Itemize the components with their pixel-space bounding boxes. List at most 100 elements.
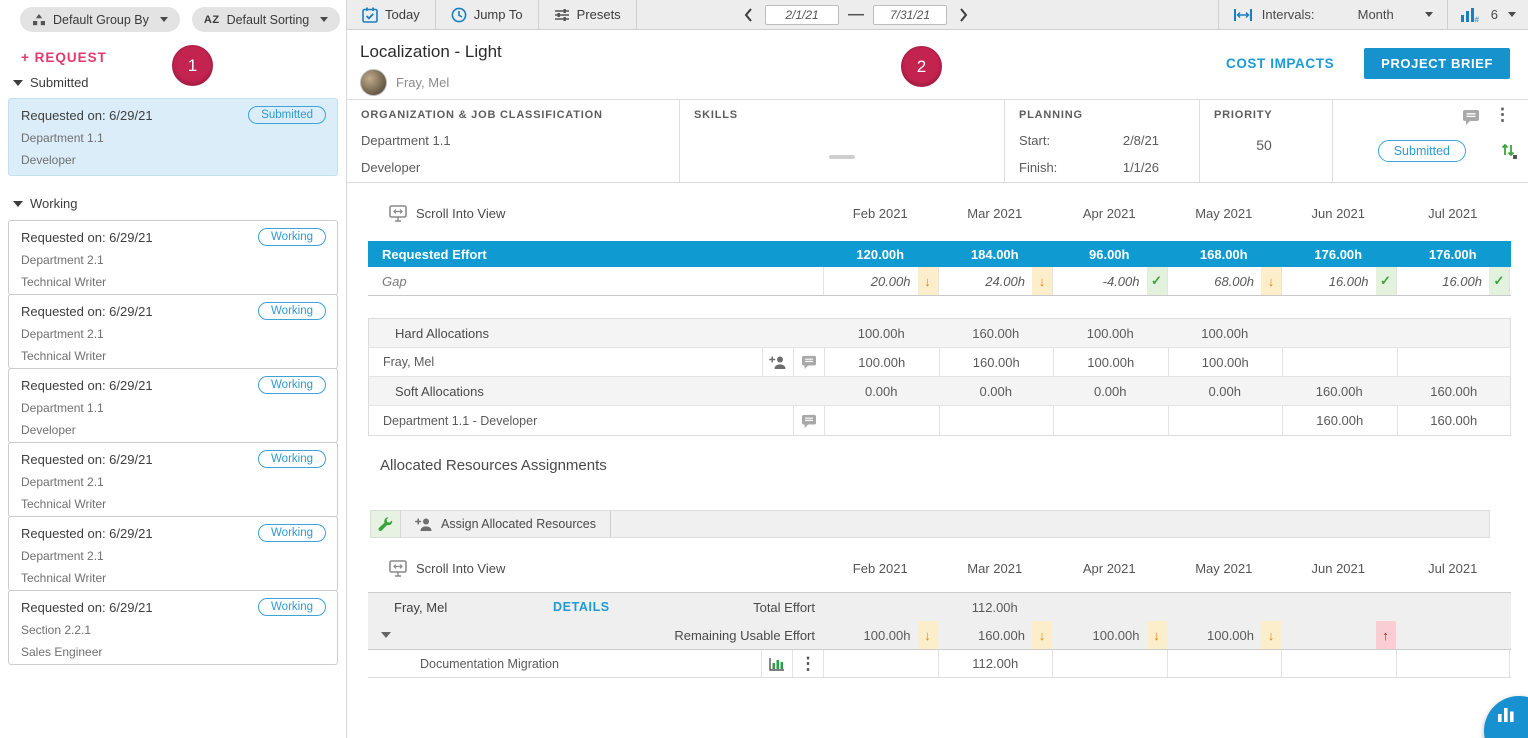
next-period-button[interactable] <box>956 7 972 23</box>
gap-indicator-icon: ↓ <box>1261 267 1281 295</box>
priority-header: PRIORITY <box>1214 109 1332 121</box>
start-date-input[interactable] <box>765 5 839 25</box>
today-button[interactable]: Today <box>347 0 436 29</box>
annotation-badge-1: 1 <box>172 45 213 86</box>
interval-count-dropdown[interactable]: # 6 <box>1447 0 1528 29</box>
task-cell <box>1281 650 1396 677</box>
card-org: Department 2.1 <box>21 327 325 341</box>
request-card[interactable]: Requested on: 6/29/21 Working Section 2.… <box>8 590 338 665</box>
alloc-cell <box>1397 348 1512 376</box>
scroll-into-view-button[interactable]: Scroll Into View <box>368 205 505 222</box>
project-brief-button[interactable]: PROJECT BRIEF <box>1364 48 1510 79</box>
group-by-dropdown[interactable]: Default Group By <box>20 7 180 32</box>
new-request-button[interactable]: + REQUEST <box>21 50 107 65</box>
assignments-toolbar: Assign Allocated Resources <box>370 510 1490 538</box>
chart-button[interactable] <box>761 650 792 677</box>
swap-resources-button[interactable] <box>1500 142 1517 159</box>
request-card[interactable]: Requested on: 6/29/21 Submitted Departme… <box>8 98 338 176</box>
intervals-icon <box>1233 8 1253 22</box>
scroll-into-view-button[interactable]: Scroll Into View <box>368 560 505 577</box>
empty-value-dash-icon <box>829 155 855 159</box>
task-more-menu-button[interactable]: ⋮ <box>792 650 823 677</box>
comment-button[interactable] <box>793 348 824 376</box>
effort-cell: 96.00h <box>1052 241 1167 267</box>
month-header: Apr 2021 <box>1052 551 1167 585</box>
remaining-indicator-icon: ↓ <box>918 621 938 649</box>
effort-cell: 120.00h <box>823 241 938 267</box>
end-date-input[interactable] <box>873 5 947 25</box>
bar-chart-icon <box>769 657 785 671</box>
effort-cell: 184.00h <box>938 241 1053 267</box>
section-submitted[interactable]: Submitted <box>13 75 89 90</box>
alloc-cell: 100.00h <box>1053 319 1168 347</box>
card-org: Department 1.1 <box>21 131 325 145</box>
alloc-cell <box>1168 406 1283 435</box>
prev-period-button[interactable] <box>740 7 756 23</box>
bar-chart-icon <box>1497 707 1516 723</box>
request-card[interactable]: Requested on: 6/29/21 Working Department… <box>8 442 338 517</box>
assign-button-label: Assign Allocated Resources <box>441 517 596 531</box>
task-cell: 112.00h <box>938 650 1053 677</box>
month-header: Feb 2021 <box>823 551 938 585</box>
comment-button[interactable] <box>1462 109 1480 125</box>
date-range-nav: — <box>740 0 972 30</box>
request-card[interactable]: Requested on: 6/29/21 Working Department… <box>8 516 338 591</box>
tools-button[interactable] <box>371 511 401 537</box>
task-cell <box>823 650 938 677</box>
remaining-indicator-icon <box>1490 621 1510 649</box>
presets-button[interactable]: Presets <box>539 0 637 29</box>
status-badge: Working <box>258 450 326 468</box>
month-header: Feb 2021 <box>823 196 938 230</box>
task-row: Documentation Migration ⋮ 112.00h <box>368 650 1511 678</box>
interval-count-icon: # <box>1460 7 1481 23</box>
az-sort-icon: AZ <box>204 14 220 26</box>
comment-button[interactable] <box>793 406 824 435</box>
status-badge: Submitted <box>248 106 326 124</box>
resource-name: Fray, Mel <box>368 600 553 615</box>
remaining-indicator-icon: ↓ <box>1147 621 1167 649</box>
request-card[interactable]: Requested on: 6/29/21 Working Department… <box>8 294 338 369</box>
monitor-icon <box>389 560 407 577</box>
card-org: Department 2.1 <box>21 253 325 267</box>
alloc-cell: 100.00h <box>1168 348 1283 376</box>
alloc-cell <box>1397 319 1512 347</box>
collapse-row-button[interactable] <box>381 632 391 638</box>
total-effort-label: Total Effort <box>753 600 823 615</box>
request-status-badge[interactable]: Submitted <box>1378 140 1466 162</box>
assign-allocated-resources-button[interactable]: Assign Allocated Resources <box>401 511 611 537</box>
group-by-label: Default Group By <box>53 13 149 27</box>
card-org: Department 2.1 <box>21 475 325 489</box>
gap-indicator-icon: ✓ <box>1147 267 1167 295</box>
status-badge: Working <box>258 302 326 320</box>
gap-cell: 16.00h✓ <box>1396 267 1511 295</box>
request-card[interactable]: Requested on: 6/29/21 Working Department… <box>8 220 338 295</box>
alloc-cell <box>824 406 939 435</box>
comment-icon <box>801 414 817 428</box>
toolbar-right-group: Intervals: Month # 6 <box>1218 0 1528 29</box>
total-effort-cell <box>1281 593 1396 621</box>
jump-to-button[interactable]: Jump To <box>436 0 539 29</box>
collapse-triangle-icon <box>13 80 23 86</box>
add-person-button[interactable] <box>762 348 793 376</box>
planning-column: PLANNING Start:2/8/21 Finish:1/1/26 <box>1005 100 1200 182</box>
org-department: Department 1.1 <box>361 133 679 148</box>
effort-cell: 176.00h <box>1396 241 1511 267</box>
request-card[interactable]: Requested on: 6/29/21 Working Department… <box>8 368 338 443</box>
interval-count-value: 6 <box>1491 7 1498 22</box>
more-menu-button[interactable]: ⋮ <box>1494 106 1511 123</box>
sorting-dropdown[interactable]: AZ Default Sorting <box>192 7 340 32</box>
remaining-cell: 100.00h↓ <box>1167 621 1282 649</box>
details-link[interactable]: DETAILS <box>553 600 610 614</box>
gap-cell: 68.00h↓ <box>1167 267 1282 295</box>
section-working[interactable]: Working <box>13 196 77 211</box>
status-badge: Working <box>258 376 326 394</box>
cost-impacts-button[interactable]: COST IMPACTS <box>1226 56 1334 71</box>
assignments-table: Scroll Into View Feb 2021 Mar 2021 Apr 2… <box>368 551 1511 678</box>
alloc-cell: 160.00h <box>1397 377 1512 405</box>
month-header: Mar 2021 <box>938 196 1053 230</box>
gap-indicator-icon: ✓ <box>1489 267 1509 295</box>
card-org: Department 2.1 <box>21 549 325 563</box>
intervals-dropdown[interactable]: Intervals: Month <box>1219 0 1447 29</box>
status-badge: Working <box>258 524 326 542</box>
card-role: Technical Writer <box>21 349 325 363</box>
